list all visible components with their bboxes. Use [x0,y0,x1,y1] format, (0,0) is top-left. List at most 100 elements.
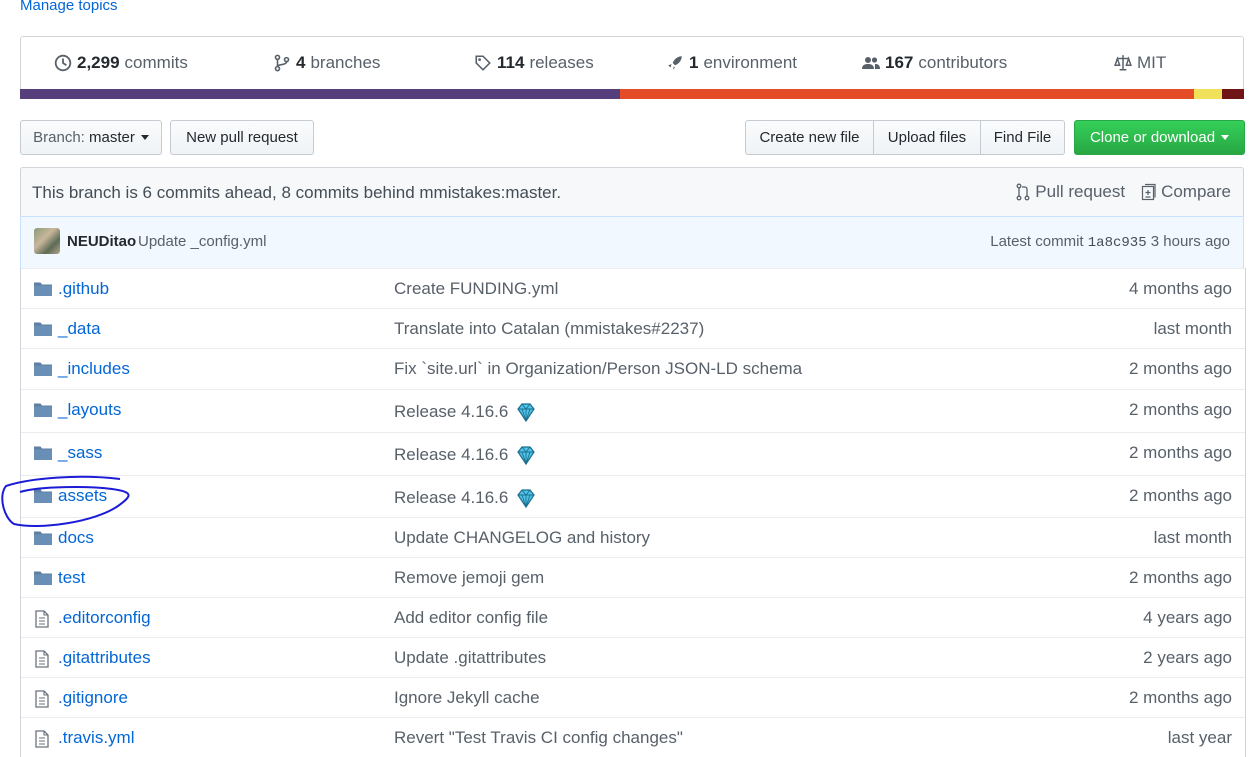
commit-message-text: Fix `site.url` in Organization/Person JS… [394,359,803,378]
commit-message-text: Create FUNDING.yml [394,279,559,298]
compare-link[interactable]: Compare [1141,182,1231,202]
file-name-link[interactable]: .gitattributes [58,648,151,668]
commit-message-text: Ignore Jekyll cache [394,688,540,707]
avatar[interactable] [34,228,60,254]
commit-message-link[interactable]: Release 4.16.6 [394,486,538,510]
commit-message-link[interactable]: Update .gitattributes [394,648,546,668]
file-row: _includes Fix `site.url` in Organization/… [21,348,1245,389]
folder-icon [34,530,52,546]
language-segment [619,89,1194,99]
commit-message-link[interactable]: Remove jemoji gem [394,568,544,588]
manage-topics-link[interactable]: Manage topics [20,0,118,14]
commit-message-text: Update CHANGELOG and history [394,528,651,547]
file-row: _data Translate into Catalan (mmistakes#2… [21,308,1245,348]
file-row: .travis.yml Revert "Test Travis CI config… [21,717,1245,757]
commit-age: 2 months ago [1128,688,1232,707]
language-bar[interactable] [20,89,1244,99]
commit-message-link[interactable]: Add editor config file [394,608,548,628]
gem-emoji-icon [514,400,538,424]
commit-sha[interactable]: 1a8c935 [1088,235,1147,251]
commit-author[interactable]: NEUDitao [67,233,136,250]
commit-message-link[interactable]: Release 4.16.6 [394,400,538,424]
file-name-link[interactable]: .editorconfig [58,608,151,628]
commit-message-text: Revert "Test Travis CI config changes" [394,728,683,747]
diff-icon [1141,183,1156,201]
branch-select-button[interactable]: Branch: master [20,120,162,155]
pull-request-label: Pull request [1035,182,1126,201]
commit-message-link[interactable]: Update CHANGELOG and history [394,528,650,548]
gem-emoji-icon [514,486,538,510]
history-icon [54,54,72,72]
clone-or-download-button[interactable]: Clone or download [1074,120,1245,155]
license-label: MIT [1137,53,1167,72]
latest-commit-label: Latest commit [990,233,1084,250]
environment-stat[interactable]: 1 environment [666,53,797,73]
contributors-stat[interactable]: 167 contributors [862,53,1007,73]
commit-age: 3 hours ago [1150,233,1230,250]
branch-status-bar: This branch is 6 commits ahead, 8 commit… [20,167,1244,217]
file-row: .editorconfig Add editor config file 4 yea… [21,597,1245,637]
folder-icon [34,570,52,586]
commit-message-text: Translate into Catalan (mmistakes#2237) [394,319,705,338]
commit-message-link[interactable]: Release 4.16.6 [394,443,538,467]
commit-message-link[interactable]: Fix `site.url` in Organization/Person JS… [394,359,802,379]
folder-icon [34,488,52,504]
branch-prefix: Branch: [33,129,85,146]
commits-stat[interactable]: 2,299 commits [54,53,188,73]
language-segment [1193,89,1222,99]
gem-emoji-icon [514,443,538,467]
commits-count: 2,299 [77,53,120,72]
contributors-label: contributors [918,53,1008,72]
file-name-link[interactable]: .github [58,279,109,299]
tag-icon [475,55,491,71]
file-row: _layouts Release 4.16.6 2 months ago [21,389,1245,432]
commit-age: 2 months ago [1128,443,1232,462]
pull-request-link[interactable]: Pull request [1015,182,1125,202]
commit-message-link[interactable]: Create FUNDING.yml [394,279,558,299]
environment-label: environment [703,53,798,72]
commit-age: 4 months ago [1128,279,1232,298]
file-name-link[interactable]: _data [58,319,101,339]
new-pull-request-button[interactable]: New pull request [170,120,314,155]
releases-count: 114 [497,53,525,72]
upload-files-button[interactable]: Upload files [873,120,981,155]
file-name-link[interactable]: _sass [58,443,102,463]
commit-message-text: Release 4.16.6 [394,488,509,507]
commit-message-link[interactable]: Translate into Catalan (mmistakes#2237) [394,319,704,339]
commit-message-link[interactable]: Ignore Jekyll cache [394,688,540,708]
file-list: .github Create FUNDING.yml 4 months ago _da… [20,268,1246,757]
releases-label: releases [529,53,594,72]
folder-icon [34,321,52,337]
file-name-link[interactable]: assets [58,486,107,506]
file-name-link[interactable]: _includes [58,359,130,379]
file-icon [34,650,52,668]
branch-status-message: This branch is 6 commits ahead, 8 commit… [32,183,562,202]
releases-stat[interactable]: 114 releases [474,53,594,73]
commit-age: 2 years ago [1143,648,1232,667]
commit-message[interactable]: Update _config.yml [138,233,266,250]
license-stat[interactable]: MIT [1114,53,1166,73]
file-name-link[interactable]: docs [58,528,94,548]
file-name-link[interactable]: .gitignore [58,688,128,708]
file-name-link[interactable]: .travis.yml [58,728,135,748]
folder-icon [34,361,52,377]
find-file-button[interactable]: Find File [980,120,1065,155]
file-row: .gitattributes Update .gitattributes 2 yea… [21,637,1245,677]
commit-message-link[interactable]: Revert "Test Travis CI config changes" [394,728,683,748]
commit-message-text: Remove jemoji gem [394,568,545,587]
commit-age: 4 years ago [1143,608,1232,627]
commit-message-text: Update .gitattributes [394,648,547,667]
clone-label: Clone or download [1089,129,1216,146]
commit-age: 2 months ago [1128,568,1232,587]
git-pull-request-icon [1016,183,1030,201]
commit-message-text: Release 4.16.6 [394,445,509,464]
commits-label: commits [124,53,188,72]
commit-age: 2 months ago [1128,400,1232,419]
create-new-file-button[interactable]: Create new file [745,120,874,155]
branches-stat[interactable]: 4 branches [273,53,380,73]
rocket-icon [668,56,682,70]
file-name-link[interactable]: _layouts [58,400,121,420]
file-row: docs Update CHANGELOG and history last mon… [21,517,1245,557]
commit-age: last month [1153,528,1232,547]
file-name-link[interactable]: test [58,568,85,588]
